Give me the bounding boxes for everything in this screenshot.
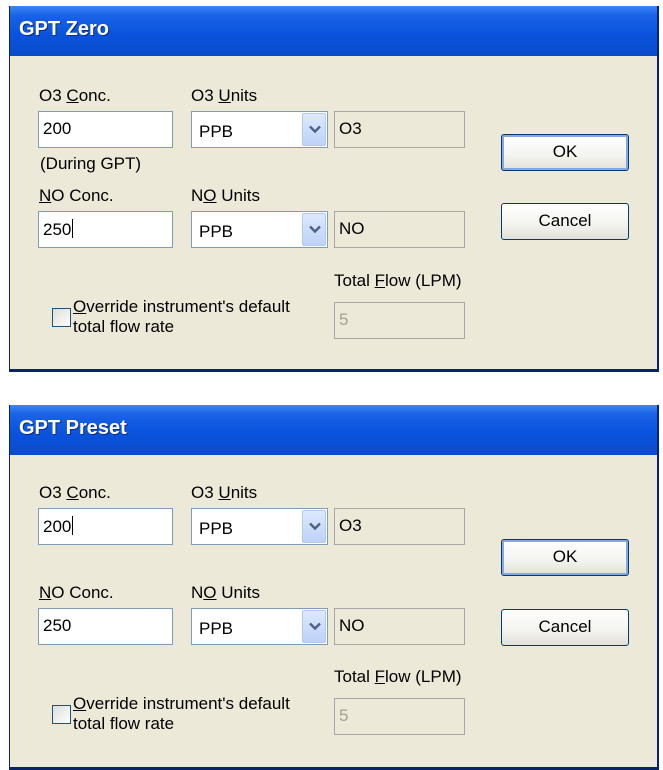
during-gpt-note: (During GPT) xyxy=(40,154,142,173)
ok-button[interactable]: OK xyxy=(501,539,629,576)
no-units-value: PPB xyxy=(199,619,234,638)
no-conc-input[interactable]: 250 xyxy=(38,211,173,248)
override-flow-checkbox[interactable] xyxy=(52,308,71,327)
override-flow-label[interactable]: Override instrument's default xyxy=(73,694,290,713)
o3-units-value: PPB xyxy=(199,519,234,538)
chevron-down-icon xyxy=(309,125,321,134)
chevron-down-icon xyxy=(309,522,321,531)
chevron-down-icon xyxy=(309,622,321,631)
override-flow-label[interactable]: Override instrument's default xyxy=(73,297,290,316)
o3-units-label: O3 Units xyxy=(191,86,258,105)
o3-units-dropdown-button[interactable] xyxy=(302,113,326,146)
override-flow-checkbox[interactable] xyxy=(52,705,71,724)
o3-conc-input[interactable]: 200 xyxy=(38,508,173,545)
gpt-preset-titlebar[interactable]: GPT Preset xyxy=(10,405,657,455)
no-conc-label: NO Conc. xyxy=(39,583,114,602)
cancel-button[interactable]: Cancel xyxy=(501,609,629,646)
cancel-button[interactable]: Cancel xyxy=(501,203,629,240)
total-flow-input[interactable]: 5 xyxy=(334,698,465,735)
ok-button[interactable]: OK xyxy=(501,134,629,171)
o3-units-select[interactable]: PPB xyxy=(191,111,328,148)
override-flow-label-line2[interactable]: total flow rate xyxy=(73,714,174,733)
total-flow-label: Total Flow (LPM) xyxy=(334,667,462,686)
o3-conc-input[interactable]: 200 xyxy=(38,111,173,148)
no-units-value: PPB xyxy=(199,222,234,241)
o3-gas-field: O3 xyxy=(334,111,465,148)
gpt-preset-dialog: GPT Preset O3 Conc. 200 O3 Units PPB O3 … xyxy=(9,405,659,770)
no-gas-field: NO xyxy=(334,608,465,645)
no-conc-label: NO Conc. xyxy=(39,186,114,205)
no-units-label: NO Units xyxy=(191,583,260,602)
text-caret xyxy=(72,516,74,535)
total-flow-input[interactable]: 5 xyxy=(334,302,465,339)
o3-units-label: O3 Units xyxy=(191,483,258,502)
gpt-zero-dialog: GPT Zero O3 Conc. 200 (During GPT) O3 Un… xyxy=(9,6,659,372)
no-units-select[interactable]: PPB xyxy=(191,211,328,248)
total-flow-label: Total Flow (LPM) xyxy=(334,271,462,290)
gpt-zero-titlebar[interactable]: GPT Zero xyxy=(10,6,657,56)
no-units-dropdown-button[interactable] xyxy=(302,213,326,246)
no-gas-field: NO xyxy=(334,211,465,248)
no-units-label: NO Units xyxy=(191,186,260,205)
dialog-title: GPT Zero xyxy=(19,18,110,40)
o3-units-select[interactable]: PPB xyxy=(191,508,328,545)
dialog-title: GPT Preset xyxy=(19,417,127,439)
o3-units-dropdown-button[interactable] xyxy=(302,510,326,543)
no-units-select[interactable]: PPB xyxy=(191,608,328,645)
o3-units-value: PPB xyxy=(199,122,234,141)
o3-gas-field: O3 xyxy=(334,508,465,545)
text-caret xyxy=(72,219,74,238)
override-flow-label-line2[interactable]: total flow rate xyxy=(73,317,174,336)
o3-conc-label: O3 Conc. xyxy=(39,86,111,105)
no-conc-input[interactable]: 250 xyxy=(38,608,173,645)
chevron-down-icon xyxy=(309,225,321,234)
no-units-dropdown-button[interactable] xyxy=(302,610,326,643)
o3-conc-label: O3 Conc. xyxy=(39,483,111,502)
